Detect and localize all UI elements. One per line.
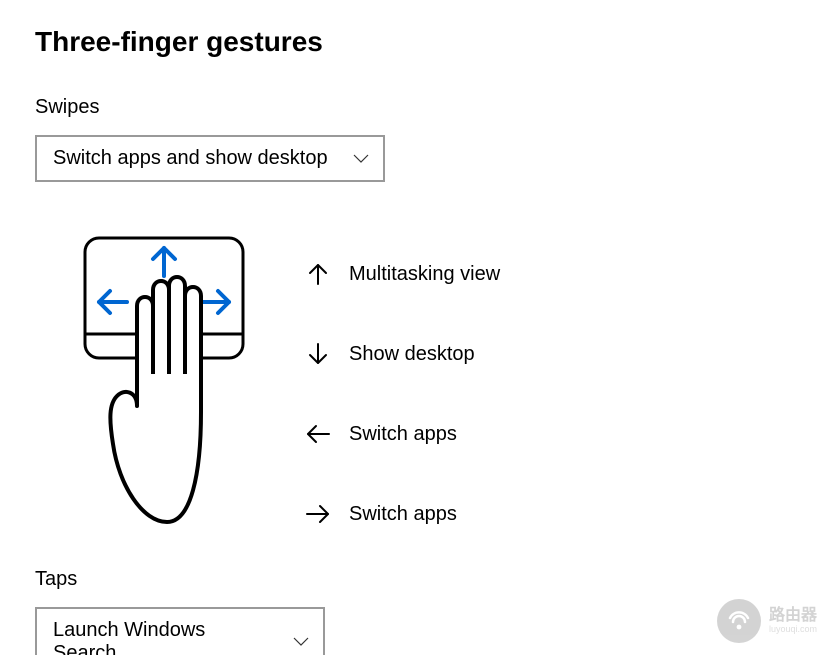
mapping-row-left: Switch apps [297, 394, 500, 474]
taps-section: Taps Launch Windows Search [35, 568, 794, 655]
mapping-row-right: Switch apps [297, 474, 500, 554]
router-icon [717, 599, 761, 643]
chevron-down-icon [293, 634, 309, 650]
arrow-left-icon [297, 423, 339, 445]
swipes-dropdown-value: Switch apps and show desktop [53, 147, 328, 170]
watermark-text: 路由器 [769, 608, 817, 624]
watermark: 路由器 luyouqi.com [717, 599, 817, 643]
mapping-row-up: Multitasking view [297, 234, 500, 314]
gesture-area: Multitasking view Show desktop Switch ap… [79, 234, 794, 554]
arrow-up-icon [297, 262, 339, 286]
taps-label: Taps [35, 568, 794, 591]
arrow-right-icon [297, 503, 339, 525]
mapping-label: Multitasking view [349, 263, 500, 286]
mapping-label: Show desktop [349, 343, 475, 366]
swipes-section: Swipes Switch apps and show desktop [35, 96, 794, 182]
watermark-sub: luyouqi.com [769, 624, 817, 634]
mapping-row-down: Show desktop [297, 314, 500, 394]
taps-dropdown-value: Launch Windows Search [53, 619, 273, 655]
gesture-mapping-list: Multitasking view Show desktop Switch ap… [297, 234, 500, 554]
touchpad-illustration [79, 234, 249, 554]
taps-dropdown[interactable]: Launch Windows Search [35, 607, 325, 655]
arrow-down-icon [297, 342, 339, 366]
chevron-down-icon [353, 151, 369, 167]
swipes-label: Swipes [35, 96, 794, 119]
swipes-dropdown[interactable]: Switch apps and show desktop [35, 135, 385, 182]
mapping-label: Switch apps [349, 503, 457, 526]
mapping-label: Switch apps [349, 423, 457, 446]
page-title: Three-finger gestures [35, 26, 794, 58]
